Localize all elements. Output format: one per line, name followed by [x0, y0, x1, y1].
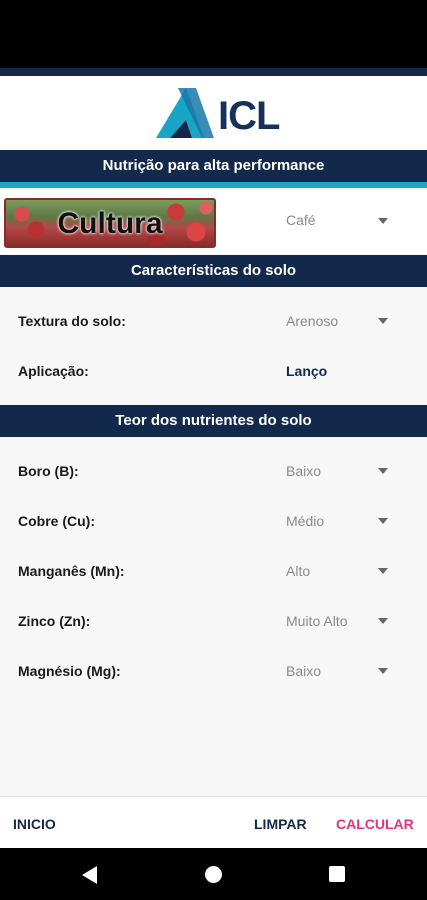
nutrient-select-manganes[interactable]: Alto: [286, 563, 310, 579]
header-accent: [0, 182, 427, 188]
nutrient-label-magnesio: Magnésio (Mg):: [18, 663, 121, 679]
application-value[interactable]: Lanço: [286, 363, 327, 379]
header-nutrients: Teor dos nutrientes do solo: [0, 405, 427, 437]
nutrient-label-zinco: Zinco (Zn):: [18, 613, 91, 629]
logo-text: ICL: [218, 94, 280, 138]
nutrient-select-zinco[interactable]: Muito Alto: [286, 613, 347, 629]
header-nutrition: Nutrição para alta performance: [0, 150, 427, 182]
chevron-down-icon[interactable]: [378, 668, 388, 674]
nutrient-label-manganes: Manganês (Mn):: [18, 563, 125, 579]
chevron-down-icon[interactable]: [378, 618, 388, 624]
header-soil: Características do solo: [0, 255, 427, 287]
chevron-down-icon[interactable]: [378, 468, 388, 474]
status-bar: [0, 0, 427, 68]
nutrient-select-boro[interactable]: Baixo: [286, 463, 321, 479]
culture-image: Cultura: [4, 198, 216, 248]
chevron-down-icon[interactable]: [378, 218, 388, 224]
culture-title: Cultura: [57, 207, 163, 240]
chevron-down-icon[interactable]: [378, 518, 388, 524]
recent-square-icon[interactable]: [329, 866, 345, 882]
chevron-down-icon[interactable]: [378, 568, 388, 574]
texture-select[interactable]: Arenoso: [286, 313, 338, 329]
nutrient-label-cobre: Cobre (Cu):: [18, 513, 95, 529]
back-triangle-icon[interactable]: [82, 866, 97, 884]
nutrient-label-boro: Boro (B):: [18, 463, 79, 479]
culture-select[interactable]: Café: [286, 212, 316, 228]
limpar-button[interactable]: LIMPAR: [254, 816, 307, 832]
texture-label: Textura do solo:: [18, 313, 126, 329]
chevron-down-icon[interactable]: [378, 318, 388, 324]
app-top-line: [0, 68, 427, 76]
home-circle-icon[interactable]: [205, 866, 222, 883]
calcular-button[interactable]: CALCULAR: [336, 816, 414, 832]
nutrient-select-magnesio[interactable]: Baixo: [286, 663, 321, 679]
nutrient-select-cobre[interactable]: Médio: [286, 513, 324, 529]
inicio-button[interactable]: INICIO: [13, 816, 56, 832]
application-label: Aplicação:: [18, 363, 89, 379]
